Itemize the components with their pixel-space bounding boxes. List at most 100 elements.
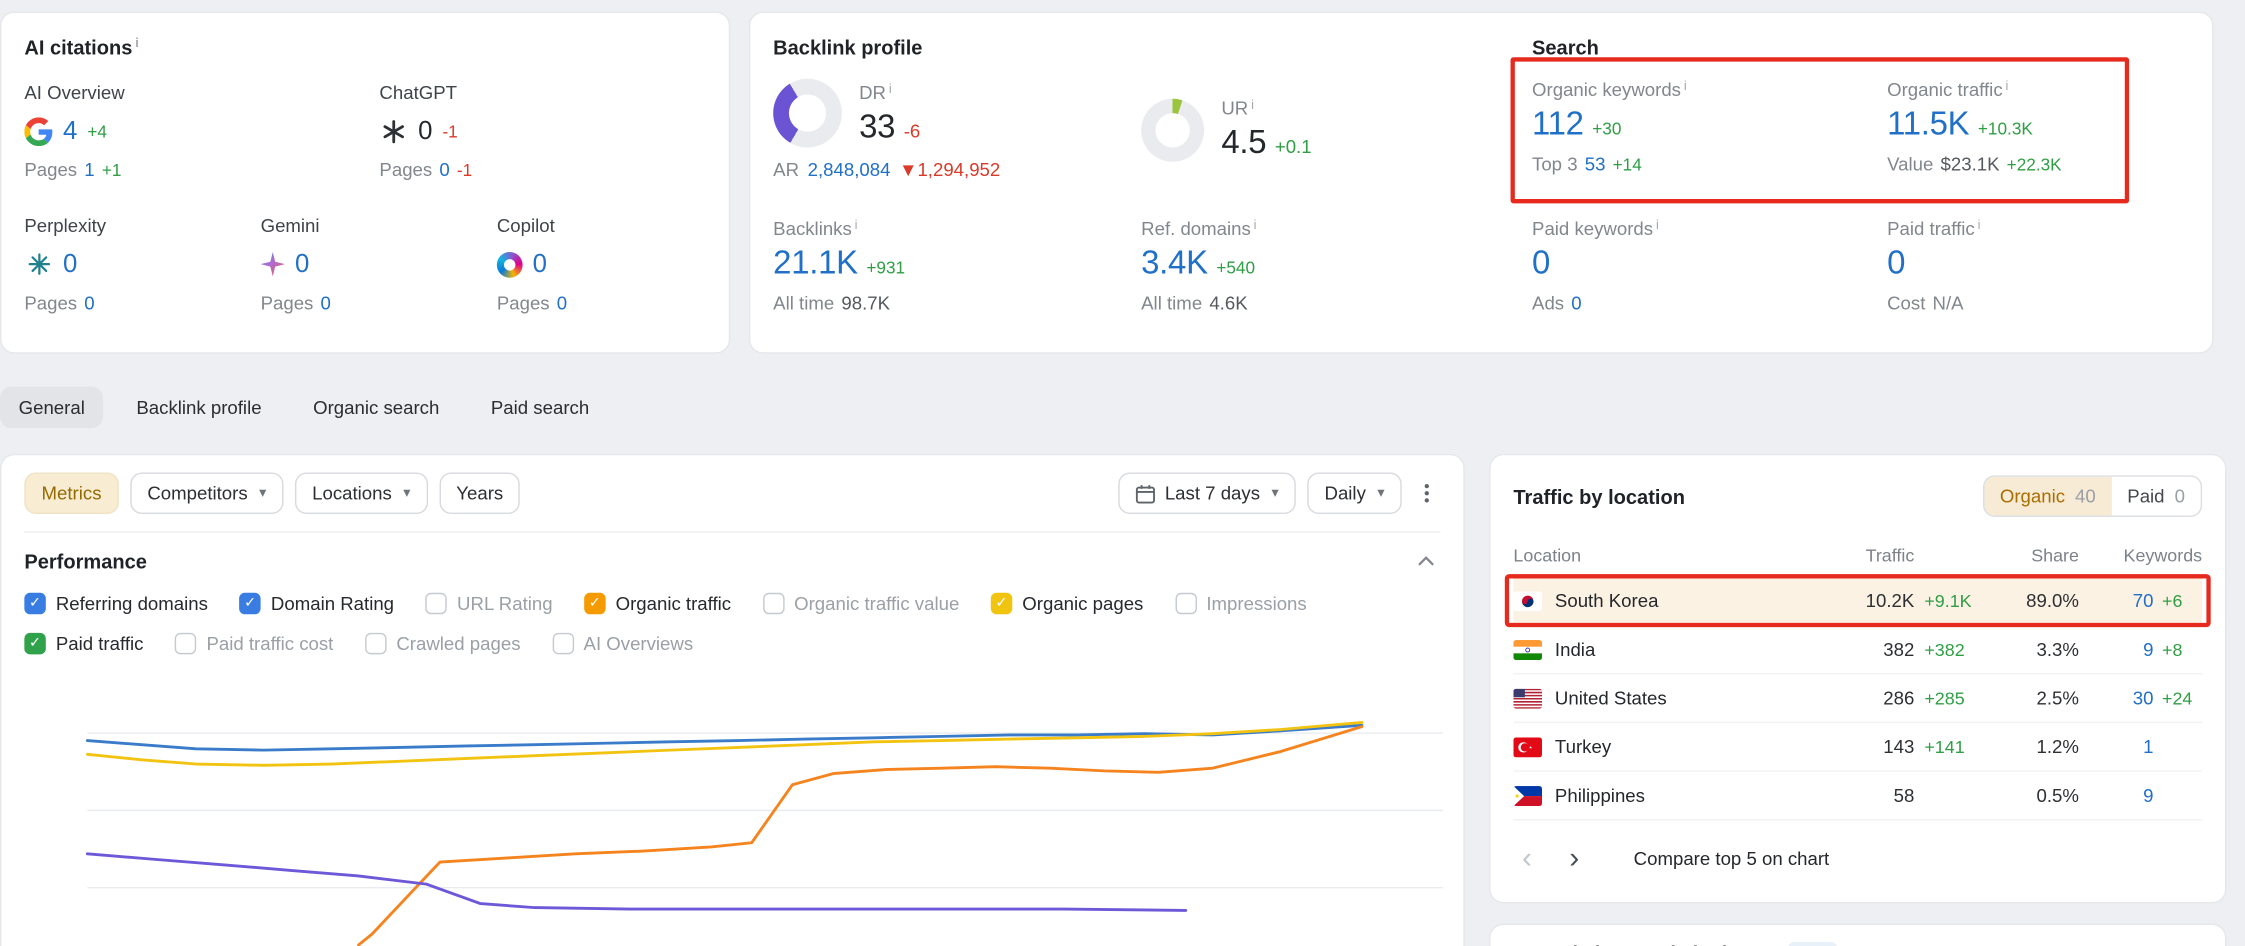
traffic-by-location-card: Traffic by location Organic 40 Paid 0 bbox=[1489, 454, 2226, 904]
table-row-philippines[interactable]: Philippines 58 0.5% 9 bbox=[1513, 772, 2202, 821]
toggle-organic[interactable]: Organic 40 bbox=[1984, 477, 2111, 516]
search-section: Search Organic keywordsi 112 +30 Top 3 5… bbox=[1532, 36, 2189, 330]
info-icon: i bbox=[1254, 218, 1257, 232]
citations-count[interactable]: 4 bbox=[63, 116, 77, 146]
checkbox-domain-rating[interactable] bbox=[239, 593, 260, 614]
locations-dropdown[interactable]: Locations bbox=[295, 472, 428, 514]
prev-page-button[interactable]: ‹ bbox=[1522, 843, 1532, 873]
citations-count[interactable]: 0 bbox=[533, 249, 547, 279]
years-button[interactable]: Years bbox=[439, 472, 520, 514]
metric-toggle-url-rating[interactable]: URL Rating bbox=[426, 593, 553, 614]
tab-paid-search[interactable]: Paid search bbox=[472, 387, 608, 429]
share-value: 1.2% bbox=[1987, 736, 2079, 757]
metric-toggle-organic-traffic[interactable]: Organic traffic bbox=[584, 593, 731, 614]
checkbox-organic-traffic-value[interactable] bbox=[763, 593, 784, 614]
traffic-delta: +141 bbox=[1924, 737, 1987, 757]
granularity-dropdown[interactable]: Daily bbox=[1307, 472, 1401, 514]
metric-toggle-domain-rating[interactable]: Domain Rating bbox=[239, 593, 394, 614]
metric-toggle-paid-traffic[interactable]: Paid traffic bbox=[24, 633, 143, 654]
pages-count[interactable]: 0 bbox=[439, 159, 449, 180]
pages-delta: -1 bbox=[457, 160, 472, 180]
checkbox-organic-pages[interactable] bbox=[991, 593, 1012, 614]
keywords-value[interactable]: 1 bbox=[2143, 736, 2153, 757]
checkbox-crawled-pages[interactable] bbox=[365, 633, 386, 654]
checkbox-paid-traffic-cost[interactable] bbox=[175, 633, 196, 654]
competitors-dropdown[interactable]: Competitors bbox=[130, 472, 283, 514]
performance-chart bbox=[24, 669, 1443, 946]
metric-toggle-organic-traffic-value[interactable]: Organic traffic value bbox=[763, 593, 960, 614]
paid-keywords-block: Paid keywordsi 0 Ads 0 bbox=[1532, 218, 1887, 314]
backlinks-value[interactable]: 21.1K bbox=[773, 243, 858, 282]
organic-traffic-value[interactable]: 11.5K bbox=[1887, 105, 1969, 144]
info-icon: i bbox=[1684, 79, 1687, 93]
metric-toggle-organic-pages[interactable]: Organic pages bbox=[991, 593, 1144, 614]
checkbox-impressions[interactable] bbox=[1175, 593, 1196, 614]
kebab-menu-button[interactable] bbox=[1413, 483, 1440, 504]
dr-label: DRi bbox=[859, 81, 1141, 102]
ads-value[interactable]: 0 bbox=[1571, 292, 1581, 313]
table-row-united-states[interactable]: United States 286+285 2.5% 30+24 bbox=[1513, 674, 2202, 723]
info-icon: i bbox=[2006, 79, 2009, 93]
tab-general[interactable]: General bbox=[0, 387, 103, 429]
url-rating-block: URi 4.5 +0.1 bbox=[1141, 79, 1489, 181]
date-range-dropdown[interactable]: Last 7 days bbox=[1118, 472, 1296, 514]
pages-label: Pages bbox=[24, 292, 77, 313]
ref-domains-value[interactable]: 3.4K bbox=[1141, 243, 1208, 282]
checkbox-ai-overviews[interactable] bbox=[552, 633, 573, 654]
pages-count[interactable]: 0 bbox=[321, 292, 331, 313]
keywords-value[interactable]: 30 bbox=[2133, 687, 2154, 708]
keywords-delta: +8 bbox=[2162, 640, 2202, 660]
organic-keywords-label: Organic keywordsi bbox=[1532, 79, 1887, 100]
checkbox-url-rating[interactable] bbox=[426, 593, 447, 614]
info-icon: i bbox=[1656, 218, 1659, 232]
metrics-button[interactable]: Metrics bbox=[24, 472, 118, 514]
metric-toggle-crawled-pages[interactable]: Crawled pages bbox=[365, 633, 521, 654]
tab-backlink-profile[interactable]: Backlink profile bbox=[118, 387, 280, 429]
paid-traffic-label: Paid traffici bbox=[1887, 218, 1980, 239]
info-icon: i bbox=[1251, 97, 1254, 111]
column-share: Share bbox=[1987, 545, 2079, 565]
checkbox-referring-domains[interactable] bbox=[24, 593, 45, 614]
keywords-value[interactable]: 9 bbox=[2143, 785, 2153, 806]
next-page-button[interactable]: › bbox=[1569, 843, 1579, 873]
organic-keywords-value[interactable]: 112 bbox=[1532, 105, 1584, 144]
keywords-delta: +6 bbox=[2162, 591, 2202, 611]
checkbox-paid-traffic[interactable] bbox=[24, 633, 45, 654]
keywords-value[interactable]: 70 bbox=[2133, 590, 2154, 611]
ar-value[interactable]: 2,848,084 bbox=[808, 159, 891, 180]
organic-keywords-delta: +30 bbox=[1592, 119, 1621, 139]
traffic-value: 10.2K bbox=[1866, 590, 1915, 611]
paid-traffic-value[interactable]: 0 bbox=[1887, 243, 1905, 282]
table-row-south-korea[interactable]: South Korea 10.2K+9.1K 89.0% 70+6 bbox=[1513, 577, 2202, 626]
citations-count[interactable]: 0 bbox=[63, 249, 77, 279]
table-row-turkey[interactable]: Turkey 143+141 1.2% 1 bbox=[1513, 723, 2202, 772]
toggle-paid[interactable]: Paid 0 bbox=[2112, 477, 2201, 516]
ref-domains-label: Ref. domainsi bbox=[1141, 218, 1489, 239]
ai-engines-row-1: AI Overview 4 +4 bbox=[24, 82, 706, 181]
compare-top5-link[interactable]: Compare top 5 on chart bbox=[1634, 848, 1830, 869]
paid-keywords-value[interactable]: 0 bbox=[1532, 243, 1550, 282]
overview-cards-row: AI citationsi AI Overview bbox=[0, 0, 2245, 354]
chevron-up-icon bbox=[1417, 556, 1434, 567]
metric-toggle-referring-domains[interactable]: Referring domains bbox=[24, 593, 208, 614]
alltime-value: 4.6K bbox=[1209, 292, 1247, 313]
metric-toggle-impressions[interactable]: Impressions bbox=[1175, 593, 1307, 614]
engine-name: Copilot bbox=[497, 215, 567, 236]
metric-toggle-ai-overviews[interactable]: AI Overviews bbox=[552, 633, 693, 654]
checkbox-organic-traffic[interactable] bbox=[584, 593, 605, 614]
organic-traffic-block: Organic traffici 11.5K +10.3K Value $23.… bbox=[1887, 79, 2062, 175]
collapse-section-button[interactable] bbox=[1412, 550, 1441, 573]
tab-organic-search[interactable]: Organic search bbox=[295, 387, 458, 429]
pages-count[interactable]: 1 bbox=[84, 159, 94, 180]
metric-toggle-paid-traffic-cost[interactable]: Paid traffic cost bbox=[175, 633, 333, 654]
traffic-delta: +285 bbox=[1924, 689, 1987, 709]
citations-count[interactable]: 0 bbox=[295, 249, 309, 279]
top3-value[interactable]: 53 bbox=[1585, 153, 1606, 174]
info-icon: i bbox=[889, 81, 892, 95]
pages-count[interactable]: 0 bbox=[84, 292, 94, 313]
pages-count[interactable]: 0 bbox=[557, 292, 567, 313]
table-row-india[interactable]: India 382+382 3.3% 9+8 bbox=[1513, 626, 2202, 675]
keywords-value[interactable]: 9 bbox=[2143, 639, 2153, 660]
ai-citations-card: AI citationsi AI Overview bbox=[0, 11, 730, 353]
table-header-row: Location Traffic Share Keywords bbox=[1513, 534, 2202, 577]
